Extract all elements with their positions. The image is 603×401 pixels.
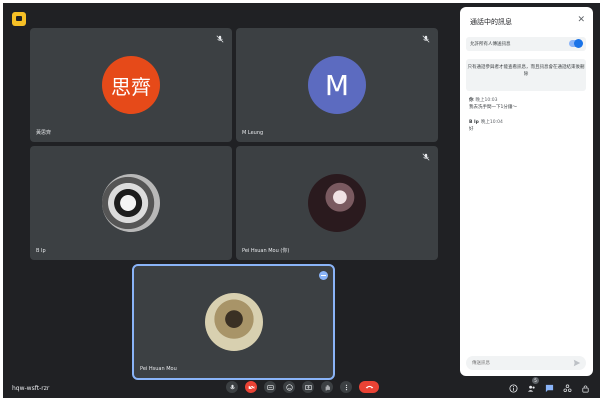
- mic-off-icon: [422, 35, 430, 43]
- allow-messages-label: 允許所有人傳送訊息: [470, 42, 511, 47]
- more-options-icon[interactable]: [319, 271, 328, 280]
- people-button[interactable]: [526, 383, 536, 393]
- animal-photo-avatar: [308, 174, 366, 232]
- cat-photo-avatar: [102, 174, 160, 232]
- participant-name: M Leung: [242, 130, 264, 136]
- emoji-button[interactable]: [283, 381, 295, 393]
- emoji-icon: [285, 383, 293, 391]
- end-call-icon: [365, 385, 373, 389]
- captions-button[interactable]: [264, 381, 276, 393]
- participant-name: 黃思齊: [36, 130, 52, 136]
- meeting-code: hqw-wsft-rzr: [12, 385, 50, 392]
- meeting-info-button[interactable]: [508, 383, 518, 393]
- chat-icon: [545, 384, 553, 392]
- message-sender: B Ip: [469, 120, 479, 125]
- allow-messages-row: 允許所有人傳送訊息: [466, 37, 586, 51]
- chat-message-input[interactable]: [472, 358, 567, 368]
- host-controls-button[interactable]: [580, 383, 590, 393]
- camera-button[interactable]: [245, 381, 257, 393]
- send-icon[interactable]: [573, 359, 581, 367]
- participant-tile-2[interactable]: M M Leung: [236, 28, 438, 142]
- participant-name: B Ip: [36, 248, 46, 254]
- close-icon[interactable]: ✕: [577, 15, 585, 25]
- participant-name: Pei Hsuan Mou (你): [242, 248, 290, 254]
- raise-hand-icon: [325, 384, 330, 391]
- present-button[interactable]: [302, 381, 314, 393]
- captions-icon: [266, 384, 274, 390]
- camera-off-icon: [247, 383, 255, 391]
- people-icon: [527, 385, 535, 392]
- mic-off-icon: [422, 153, 430, 161]
- mic-off-icon: [216, 35, 224, 43]
- info-icon: [508, 383, 518, 393]
- end-call-button[interactable]: [359, 381, 379, 393]
- chat-button[interactable]: [544, 383, 554, 393]
- activities-button[interactable]: [562, 383, 572, 393]
- chat-panel-title: 通話中的訊息: [470, 18, 512, 26]
- participant-tile-5[interactable]: Pei Hsuan Mou: [132, 264, 335, 380]
- message-time: 晚上10:04: [480, 120, 503, 125]
- activities-icon: [563, 384, 571, 392]
- raise-hand-button[interactable]: [321, 381, 333, 393]
- present-icon: [304, 384, 312, 390]
- mic-icon: [229, 384, 235, 389]
- host-controls-icon: [581, 384, 589, 392]
- chat-message: B Ip 晚上10:04 好: [469, 119, 503, 133]
- avatar: 思齊: [102, 56, 160, 114]
- chat-message: 你晚上10:03 我去洗手間一下1分鐘～: [469, 97, 517, 111]
- person-photo-avatar: [205, 293, 263, 351]
- participant-name: Pei Hsuan Mou: [140, 366, 177, 372]
- meet-logo-icon: [12, 12, 26, 26]
- message-text: 好: [469, 127, 474, 132]
- more-options-icon: [345, 384, 347, 390]
- message-sender: 你: [469, 98, 474, 103]
- message-text: 我去洗手間一下1分鐘～: [469, 105, 517, 110]
- participant-tile-3[interactable]: B Ip: [30, 146, 232, 260]
- chat-notice: 只有通話參與者才能查看訊息，而且訊息會在通話結束後刪除: [466, 59, 586, 91]
- allow-messages-toggle[interactable]: [569, 39, 583, 48]
- participant-tile-4[interactable]: Pei Hsuan Mou (你): [236, 146, 438, 260]
- meet-window: 思齊 黃思齊 M M Leung B Ip Pei Hsuan Mou (你) …: [3, 3, 600, 398]
- chat-input-box: [466, 356, 586, 370]
- participant-tile-1[interactable]: 思齊 黃思齊: [30, 28, 232, 142]
- mic-button[interactable]: [226, 381, 238, 393]
- more-options-button[interactable]: [340, 381, 352, 393]
- chat-panel: 通話中的訊息 ✕ 允許所有人傳送訊息 只有通話參與者才能查看訊息，而且訊息會在通…: [460, 7, 593, 376]
- avatar: M: [308, 56, 366, 114]
- participant-count-badge: 5: [532, 377, 539, 384]
- message-time: 晚上10:03: [475, 98, 498, 103]
